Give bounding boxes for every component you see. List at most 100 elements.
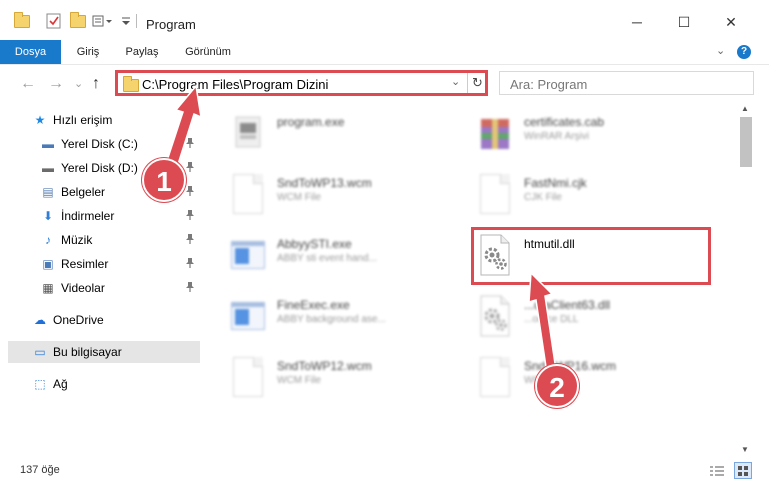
folder-icon [123,76,139,92]
pin-icon[interactable] [186,185,194,199]
sidebar-item-label: Yerel Disk (D:) [61,161,138,175]
file-type: WCM File [277,375,321,386]
dll-gear-icon [477,294,513,338]
details-view-icon[interactable] [709,465,725,480]
pin-icon[interactable] [186,137,194,151]
drive-icon: ▬ [42,137,54,151]
back-button[interactable]: ← [20,75,36,93]
highlight-box-dll [471,227,711,285]
sidebar-item[interactable]: ⬇ İndirmeler [0,205,200,227]
download-icon: ⬇ [42,209,54,223]
music-icon: ♪ [45,233,51,247]
ribbon: Dosya Giriş Paylaş Görünüm ⌄ [0,40,769,96]
network-icon: ⬚ [34,377,46,391]
tab-share[interactable]: Paylaş [120,40,164,64]
file-name: ...dtaClient63.dll [524,298,611,312]
sidebar-item[interactable]: ▣ Resimler [0,253,200,275]
up-button[interactable]: ↑ [92,75,100,93]
address-bar[interactable]: C:\Program Files\Program Dizini ⌄ ↻ [115,70,488,96]
star-icon: ★ [34,113,46,127]
file-type: ABBY background ase... [277,314,386,325]
address-path[interactable]: C:\Program Files\Program Dizini [142,77,328,92]
sidebar-item[interactable]: ▭ Bu bilgisayar [8,341,200,363]
search-input[interactable]: Ara: Program [510,77,587,92]
scroll-down-icon[interactable]: ▼ [741,445,749,454]
folder-icon [14,11,30,30]
sidebar-item-label: Müzik [61,233,93,247]
item-count: 137 öğe [20,464,60,476]
sidebar-item-label: Bu bilgisayar [53,345,122,359]
help-icon[interactable]: ? [737,45,751,59]
sidebar-item-label: Belgeler [61,185,106,199]
file-type: ...ource DLL [524,314,579,325]
file-item[interactable]: AbbyySTI.exe ABBY sti event hand... [230,229,470,285]
scroll-thumb[interactable] [740,117,752,167]
computer-icon: ▭ [34,345,46,359]
search-box[interactable]: Ara: Program [499,71,754,95]
sidebar-item-label: Ağ [53,377,68,391]
sidebar-item[interactable]: ▦ Videolar [0,277,200,299]
title-separator [136,14,137,28]
pin-icon[interactable] [186,209,194,223]
document-icon [477,355,513,399]
scroll-up-icon[interactable]: ▲ [741,104,749,113]
file-item[interactable]: program.exe [230,107,470,163]
documents-icon: ▤ [42,185,54,199]
pin-icon[interactable] [186,281,194,295]
file-item[interactable]: SndToWP13.wcm WCM File [230,168,470,224]
file-item[interactable]: FastNmi.cjk CJK File [477,168,717,224]
videos-icon: ▦ [42,281,54,295]
file-item[interactable]: SndToWP12.wcm WCM File [230,351,470,407]
file-item[interactable]: certificates.cab WinRAR Arşivi [477,107,717,163]
app-icon [230,233,266,277]
file-item[interactable]: ...dtaClient63.dll ...ource DLL [477,290,717,346]
file-type: ABBY sti event hand... [277,253,377,264]
forward-button[interactable]: → [48,75,64,93]
file-name: program.exe [277,115,345,129]
pin-icon[interactable] [186,257,194,271]
file-item[interactable]: FineExec.exe ABBY background ase... [230,290,470,346]
window-title: Program [146,17,196,32]
app-icon [230,294,266,338]
pictures-icon: ▣ [42,257,54,271]
file-type: WCM File [277,192,321,203]
sidebar-item-label: Hızlı erişim [53,113,113,127]
address-dropdown-icon[interactable]: ⌄ [451,75,460,88]
status-bar: 137 öğe [0,455,769,495]
sidebar-item[interactable]: ⬚ Ağ [0,373,200,395]
sidebar-item-label: Videolar [61,281,105,295]
tab-view[interactable]: Görünüm [178,40,238,64]
refresh-button[interactable]: ↻ [467,73,487,93]
new-folder-icon[interactable] [70,11,86,30]
pin-icon[interactable] [186,233,194,247]
sidebar-item-label: OneDrive [53,313,104,327]
sidebar-item[interactable]: ★ Hızlı erişim [0,109,200,131]
file-type: WinRAR Arşivi [524,131,590,142]
minimize-button[interactable]: ─ [622,10,652,34]
file-name: SndToWP12.wcm [277,359,372,373]
customize-quick-access-icon[interactable] [121,12,131,30]
file-name: FastNmi.cjk [524,176,587,190]
large-icons-view-icon[interactable] [734,462,752,479]
properties-icon[interactable] [46,12,62,30]
file-name: AbbyySTI.exe [277,237,352,251]
pin-icon[interactable] [186,161,194,175]
title-bar: Program ─ ☐ ✕ [0,0,769,40]
expand-ribbon-icon[interactable]: ⌄ [716,44,725,57]
recent-locations-button[interactable]: ⌄ [74,77,83,90]
tab-home[interactable]: Giriş [68,40,108,64]
file-item[interactable]: Snd...WP16.wcmWCM File [477,351,717,407]
sidebar-item[interactable]: ☁ OneDrive [0,309,200,331]
step-1-badge: 1 [142,158,186,202]
file-name: FineExec.exe [277,298,350,312]
step-2-badge: 2 [535,364,579,408]
sidebar-item-label: İndirmeler [61,209,115,223]
sidebar-item[interactable]: ♪ Müzik [0,229,200,251]
close-button[interactable]: ✕ [716,10,746,34]
cloud-icon: ☁ [34,313,46,327]
sidebar-item[interactable]: ▬ Yerel Disk (C:) [0,133,200,155]
exe-icon [230,111,266,155]
maximize-button[interactable]: ☐ [669,10,699,34]
view-options-icon[interactable] [92,12,114,30]
vertical-scrollbar[interactable]: ▲ ▼ [738,102,754,455]
